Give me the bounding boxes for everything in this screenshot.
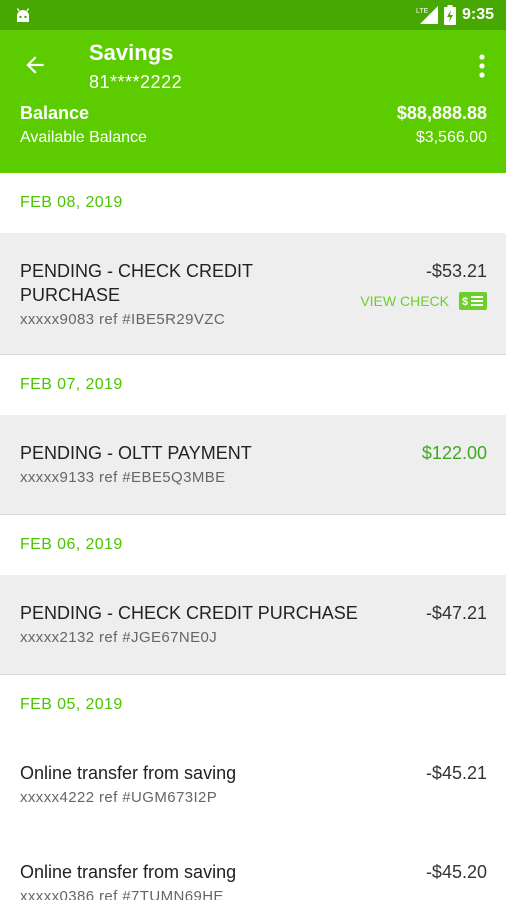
signal-icon: LTE bbox=[416, 6, 438, 24]
clock: 9:35 bbox=[461, 6, 494, 23]
transaction-row[interactable]: PENDING - CHECK CREDIT PURCHASE xxxxx213… bbox=[0, 575, 506, 675]
transaction-description: Online transfer from saving bbox=[20, 763, 237, 783]
back-arrow-icon[interactable] bbox=[22, 52, 48, 78]
transaction-description: PENDING - CHECK CREDIT PURCHASE bbox=[20, 603, 358, 623]
transaction-reference: xxxxx4222 ref #UGM673I2P bbox=[20, 789, 218, 806]
transaction-amount: -$45.20 bbox=[425, 862, 487, 882]
transaction-amount: -$53.21 bbox=[425, 261, 487, 281]
balance-label: Balance bbox=[20, 103, 90, 123]
transaction-description: PENDING - OLTT PAYMENT bbox=[20, 443, 252, 463]
android-icon bbox=[16, 8, 30, 22]
account-header: Savings 81****2222 Balance $88,888.88 Av… bbox=[0, 30, 506, 173]
transaction-reference: xxxxx2132 ref #JGE67NE0J bbox=[20, 629, 218, 646]
battery-charging-icon bbox=[443, 5, 456, 25]
transaction-reference: xxxxx9133 ref #EBE5Q3MBE bbox=[20, 469, 226, 486]
available-balance-label: Available Balance bbox=[20, 129, 147, 146]
account-number: 81****2222 bbox=[89, 72, 183, 92]
more-vert-icon[interactable] bbox=[476, 52, 488, 80]
svg-text:$: $ bbox=[462, 296, 468, 308]
transaction-reference: xxxxx0386 ref #7TUMN69HE bbox=[20, 888, 224, 900]
date-header: FEB 07, 2019 bbox=[0, 355, 506, 415]
available-balance-value: $3,566.00 bbox=[415, 129, 487, 146]
transaction-amount: -$47.21 bbox=[425, 603, 487, 623]
transaction-row[interactable]: PENDING - OLTT PAYMENT xxxxx9133 ref #EB… bbox=[0, 415, 506, 515]
transaction-row[interactable]: PENDING - CHECK CREDIT PURCHASE xxxxx908… bbox=[0, 233, 506, 355]
date-header: FEB 08, 2019 bbox=[0, 173, 506, 233]
transaction-row[interactable]: Online transfer from saving xxxxx0386 re… bbox=[0, 835, 506, 900]
transaction-list: FEB 08, 2019 PENDING - CHECK CREDIT PURC… bbox=[0, 173, 506, 900]
transaction-amount: $122.00 bbox=[421, 443, 487, 463]
page-title: Savings bbox=[89, 40, 174, 65]
check-icon: $ bbox=[459, 292, 487, 310]
date-header: FEB 05, 2019 bbox=[0, 675, 506, 735]
transaction-description: Online transfer from saving bbox=[20, 862, 237, 882]
view-check-button[interactable]: VIEW CHECK $ bbox=[360, 292, 487, 310]
status-icons: LTE 9:35 bbox=[416, 5, 494, 25]
transaction-reference: xxxxx9083 ref #IBE5R29VZC bbox=[20, 311, 226, 328]
transaction-amount: -$45.21 bbox=[425, 763, 487, 783]
view-check-label: VIEW CHECK bbox=[360, 293, 449, 309]
network-type: LTE bbox=[416, 8, 429, 15]
status-bar: LTE 9:35 bbox=[0, 0, 506, 30]
balance-value: $88,888.88 bbox=[396, 103, 487, 123]
date-header: FEB 06, 2019 bbox=[0, 515, 506, 575]
transaction-description: PENDING - CHECK CREDIT PURCHASE bbox=[20, 261, 253, 305]
transaction-row[interactable]: Online transfer from saving xxxxx4222 re… bbox=[0, 735, 506, 835]
